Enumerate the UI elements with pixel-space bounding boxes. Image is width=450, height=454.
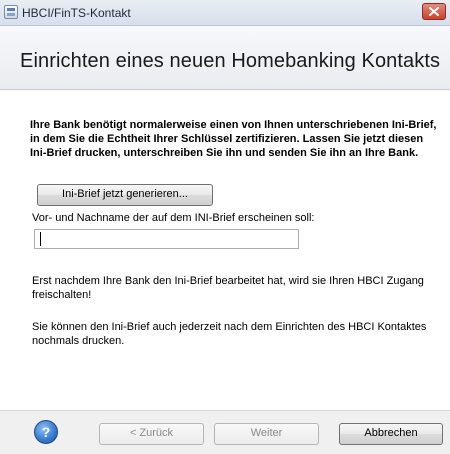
title-bar: HBCI/FinTS-Kontakt [0,0,450,26]
close-icon [429,7,439,16]
close-button[interactable] [422,3,446,20]
info-text-reprint: Sie können den Ini-Brief auch jederzeit … [32,321,427,347]
wizard-header: Einrichten eines neuen Homebanking Konta… [0,26,450,90]
name-input[interactable] [34,229,299,249]
page-title: Einrichten eines neuen Homebanking Konta… [20,50,441,72]
name-field-label: Vor- und Nachname der auf dem INI-Brief … [32,212,315,224]
info-text-activation: Erst nachdem Ihre Bank den Ini-Brief bea… [32,275,424,301]
app-window-icon [4,5,18,19]
generate-ini-letter-button[interactable]: Ini-Brief jetzt generieren... [37,184,213,206]
wizard-footer: ? < Zurück Weiter Abbrechen [0,410,450,454]
text-caret [40,232,41,246]
cancel-button[interactable]: Abbrechen [339,423,443,445]
help-icon[interactable]: ? [34,420,58,444]
intro-text: Ihre Bank benötigt normalerweise einen v… [30,119,437,159]
back-button[interactable]: < Zurück [99,423,204,445]
window-title: HBCI/FinTS-Kontakt [22,6,131,20]
next-button[interactable]: Weiter [214,423,319,445]
wizard-content: Ihre Bank benötigt normalerweise einen v… [0,90,450,402]
